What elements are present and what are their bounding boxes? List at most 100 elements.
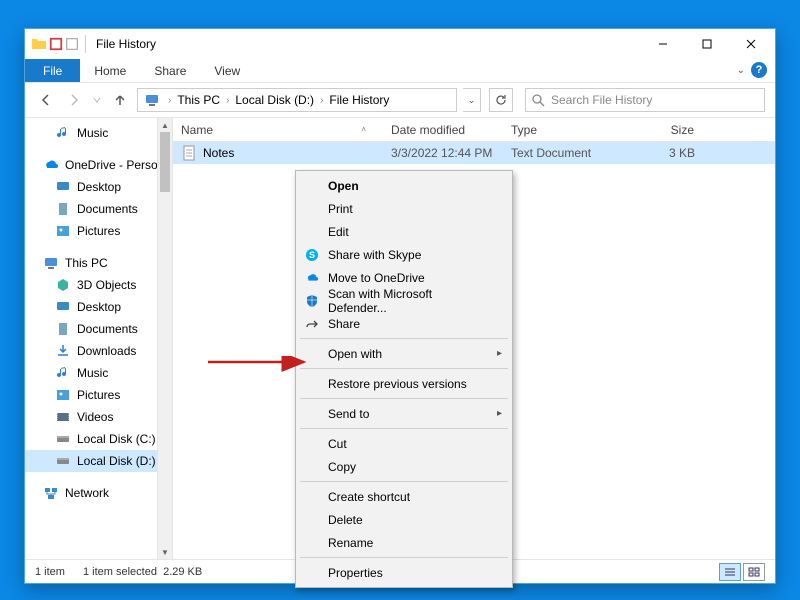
- scroll-down-icon[interactable]: ▼: [158, 545, 172, 559]
- nav-videos[interactable]: Videos: [25, 406, 157, 428]
- scroll-up-icon[interactable]: ▲: [158, 118, 172, 132]
- ribbon-expand-icon[interactable]: ⌄: [737, 65, 745, 76]
- music-icon: [55, 365, 71, 381]
- status-selected: 1 item selected: [83, 566, 157, 578]
- pc-icon: [43, 255, 59, 271]
- qa-icon-1[interactable]: [49, 37, 63, 51]
- submenu-arrow-icon: ▸: [497, 408, 502, 419]
- up-button[interactable]: [109, 89, 131, 111]
- nav-pc-pictures[interactable]: Pictures: [25, 384, 157, 406]
- col-date[interactable]: Date modified: [383, 123, 503, 137]
- ctx-defender[interactable]: Scan with Microsoft Defender...: [298, 289, 510, 312]
- quick-access-toolbar: [31, 35, 90, 53]
- crumb-diskd[interactable]: Local Disk (D:): [233, 93, 316, 107]
- network-icon: [43, 485, 59, 501]
- nav-downloads[interactable]: Downloads: [25, 340, 157, 362]
- scroll-thumb[interactable]: [160, 132, 170, 192]
- ctx-copy[interactable]: Copy: [298, 455, 510, 478]
- qa-icon-2[interactable]: [65, 37, 79, 51]
- minimize-button[interactable]: [641, 29, 685, 59]
- file-size: 3 KB: [623, 146, 703, 160]
- col-size[interactable]: Size: [623, 123, 703, 137]
- svg-text:S: S: [309, 250, 315, 260]
- titlebar: File History: [25, 29, 775, 59]
- file-date: 3/3/2022 12:44 PM: [383, 146, 503, 160]
- nav-thispc[interactable]: This PC: [25, 252, 157, 274]
- onedrive-icon: [43, 157, 59, 173]
- status-size: 2.29 KB: [163, 566, 202, 578]
- ribbon: File Home Share View ⌄ ?: [25, 59, 775, 83]
- column-headers: Name˄ Date modified Type Size: [173, 118, 775, 142]
- pictures-icon: [55, 387, 71, 403]
- ctx-open[interactable]: Open: [298, 174, 510, 197]
- col-name[interactable]: Name˄: [173, 123, 383, 137]
- documents-icon: [55, 321, 71, 337]
- search-placeholder: Search File History: [551, 93, 652, 107]
- downloads-icon: [55, 343, 71, 359]
- nav-scrollbar[interactable]: ▲ ▼: [157, 118, 172, 559]
- file-name: Notes: [203, 146, 234, 160]
- sort-asc-icon: ˄: [361, 125, 366, 134]
- ctx-skype[interactable]: SShare with Skype: [298, 243, 510, 266]
- nav-od-desktop[interactable]: Desktop: [25, 176, 157, 198]
- window-title: File History: [96, 37, 156, 51]
- nav-3dobjects[interactable]: 3D Objects: [25, 274, 157, 296]
- nav-pc-desktop[interactable]: Desktop: [25, 296, 157, 318]
- tab-home[interactable]: Home: [80, 59, 140, 82]
- pictures-icon: [55, 223, 71, 239]
- view-details-button[interactable]: [719, 563, 741, 581]
- nav-pc-documents[interactable]: Documents: [25, 318, 157, 340]
- ctx-properties[interactable]: Properties: [298, 561, 510, 584]
- nav-od-documents[interactable]: Documents: [25, 198, 157, 220]
- forward-button[interactable]: [63, 89, 85, 111]
- tab-share[interactable]: Share: [140, 59, 200, 82]
- search-input[interactable]: Search File History: [525, 88, 765, 112]
- col-type[interactable]: Type: [503, 123, 623, 137]
- refresh-button[interactable]: [489, 88, 513, 112]
- folder-icon: [31, 36, 47, 52]
- nav-diskd[interactable]: Local Disk (D:): [25, 450, 157, 472]
- nav-network[interactable]: Network: [25, 482, 157, 504]
- breadcrumb[interactable]: › This PC › Local Disk (D:) › File Histo…: [137, 88, 457, 112]
- ctx-share[interactable]: Share: [298, 312, 510, 335]
- nav-od-pictures[interactable]: Pictures: [25, 220, 157, 242]
- ctx-cut[interactable]: Cut: [298, 432, 510, 455]
- navigation-pane: Music OneDrive - Persona Desktop Documen…: [25, 118, 173, 559]
- nav-pc-music[interactable]: Music: [25, 362, 157, 384]
- crumb-thispc[interactable]: This PC: [175, 93, 222, 107]
- ctx-edit[interactable]: Edit: [298, 220, 510, 243]
- shield-icon: [304, 293, 320, 309]
- recent-dropdown[interactable]: [91, 89, 103, 111]
- videos-icon: [55, 409, 71, 425]
- breadcrumb-dropdown[interactable]: ⌄: [463, 88, 481, 112]
- onedrive-icon: [304, 270, 320, 286]
- ctx-restore-previous[interactable]: Restore previous versions: [298, 372, 510, 395]
- tab-file[interactable]: File: [25, 59, 80, 82]
- view-icons-button[interactable]: [743, 563, 765, 581]
- ctx-rename[interactable]: Rename: [298, 531, 510, 554]
- nav-diskc[interactable]: Local Disk (C:): [25, 428, 157, 450]
- close-button[interactable]: [729, 29, 773, 59]
- submenu-arrow-icon: ▸: [497, 348, 502, 359]
- nav-onedrive[interactable]: OneDrive - Persona: [25, 154, 157, 176]
- context-menu: Open Print Edit SShare with Skype Move t…: [295, 170, 513, 588]
- ctx-delete[interactable]: Delete: [298, 508, 510, 531]
- text-file-icon: [181, 145, 197, 161]
- ctx-sendto[interactable]: Send to▸: [298, 402, 510, 425]
- music-icon: [55, 125, 71, 141]
- tab-view[interactable]: View: [200, 59, 254, 82]
- pc-icon: [144, 92, 160, 108]
- maximize-button[interactable]: [685, 29, 729, 59]
- file-row[interactable]: Notes 3/3/2022 12:44 PM Text Document 3 …: [173, 142, 775, 164]
- ctx-shortcut[interactable]: Create shortcut: [298, 485, 510, 508]
- file-type: Text Document: [503, 146, 623, 160]
- crumb-filehistory[interactable]: File History: [327, 93, 391, 107]
- share-icon: [304, 316, 320, 332]
- back-button[interactable]: [35, 89, 57, 111]
- help-button[interactable]: ?: [751, 62, 767, 78]
- ctx-openwith[interactable]: Open with▸: [298, 342, 510, 365]
- nav-music-quick[interactable]: Music: [25, 122, 157, 144]
- ctx-print[interactable]: Print: [298, 197, 510, 220]
- drive-icon: [55, 453, 71, 469]
- cube-icon: [55, 277, 71, 293]
